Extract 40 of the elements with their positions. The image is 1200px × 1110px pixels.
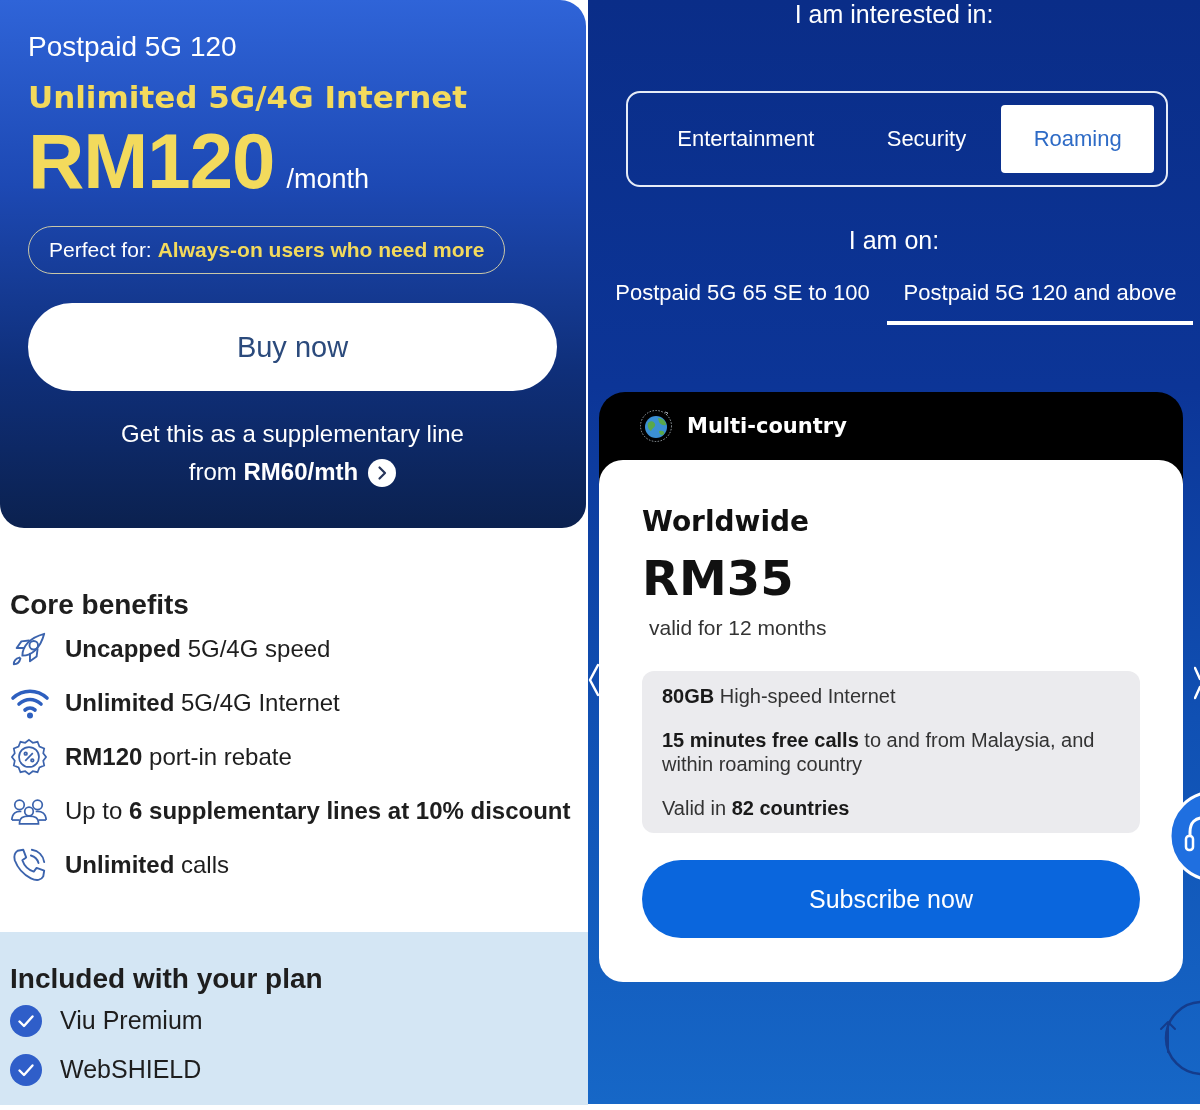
feature-text: 80GB High-speed Internet	[662, 684, 897, 708]
validity-text: valid for 12 months	[649, 615, 828, 641]
section-title: Core benefits	[10, 588, 190, 622]
feature-text: Valid in 82 countries	[662, 796, 851, 820]
price: RM120	[28, 121, 275, 201]
section-title: Included with your plan	[10, 962, 324, 996]
pass-name: Worldwide	[642, 505, 811, 539]
percent-badge-icon	[10, 738, 48, 776]
included-item: Viu Premium	[60, 1006, 203, 1035]
plan-tab[interactable]: Postpaid 5G 65 SE to 100	[605, 265, 880, 325]
plan-tab[interactable]: Postpaid 5G 120 and above	[887, 265, 1193, 325]
plan-name: Postpaid 5G 120	[28, 30, 237, 64]
phone-icon	[10, 846, 48, 884]
interest-tab[interactable]: Security	[851, 105, 1002, 173]
supplementary-line-link[interactable]: Get this as a supplementary line from RM60/mth	[28, 415, 557, 491]
card-category: Multi-country	[687, 413, 847, 440]
price-period: /month	[286, 164, 369, 195]
interest-tab[interactable]: Entertainment	[640, 105, 852, 173]
benefit-text: Unlimited 5G/4G Internet	[65, 689, 340, 717]
feature-text: 15 minutes free calls to and from Malaysia, and within roaming country	[662, 728, 1096, 776]
buy-now-button[interactable]: Buy now	[28, 303, 557, 391]
subscribe-button[interactable]: Subscribe now	[642, 860, 1140, 938]
filter-label: I am interested in:	[794, 0, 994, 29]
chevron-right-icon	[368, 459, 397, 487]
pass-price: RM35	[642, 550, 795, 606]
headset-icon[interactable]	[1168, 790, 1200, 882]
benefit-text: Unlimited calls	[65, 851, 230, 879]
benefit-text: Uncapped 5G/4G speed	[65, 635, 331, 663]
filter-label: I am on:	[848, 225, 940, 255]
plan-headline: Unlimited 5G/4G Internet	[28, 79, 468, 115]
included-item: WebSHIELD	[60, 1055, 202, 1084]
interest-tab[interactable]: Roaming	[1001, 105, 1154, 173]
chevron-left-icon[interactable]	[588, 662, 600, 698]
benefit-text: RM120 port-in rebate	[65, 743, 292, 771]
wifi-icon	[10, 687, 50, 719]
people-icon	[10, 796, 48, 826]
chevron-right-icon[interactable]	[1194, 665, 1200, 701]
globe-icon	[639, 409, 673, 443]
benefit-text: Up to 6 supplementary lines at 10% discount	[65, 797, 571, 825]
rocket-icon	[10, 630, 48, 668]
